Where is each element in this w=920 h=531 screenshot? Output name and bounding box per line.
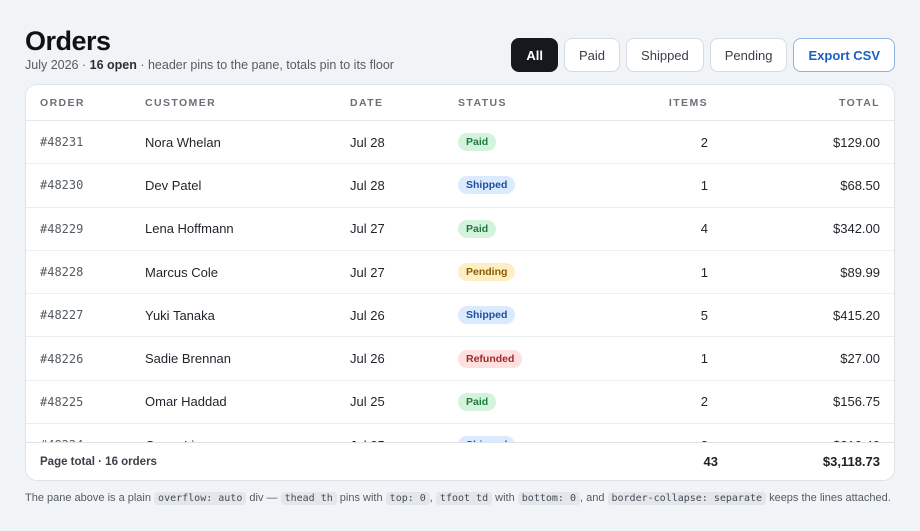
column-header-order[interactable]: ORDER (26, 85, 145, 121)
date-cell: Jul 28 (350, 121, 458, 165)
orders-scroll-area[interactable]: ORDER CUSTOMER DATE STATUS ITEMS TOTAL #… (26, 85, 894, 480)
table-row[interactable]: #48227 Yuki Tanaka Jul 26 Shipped 5 $415.20 (26, 294, 894, 338)
items-cell: 1 (628, 337, 708, 381)
table-body: #48231 Nora Whelan Jul 28 Paid 2 $129.00 #4823… (26, 121, 894, 468)
status-badge: Shipped (458, 176, 516, 195)
note-code: thead th (280, 492, 337, 505)
orders-table: ORDER CUSTOMER DATE STATUS ITEMS TOTAL #… (26, 85, 894, 468)
note-text: div — (246, 492, 281, 504)
note-text: pins with (336, 492, 386, 504)
order-id-cell: #48230 (26, 164, 145, 208)
export-csv-button[interactable]: Export CSV (793, 38, 895, 72)
customer-cell: Nora Whelan (145, 121, 350, 165)
status-cell: Refunded (458, 337, 628, 381)
date-cell: Jul 26 (350, 337, 458, 381)
status-cell: Paid (458, 208, 628, 251)
note-text: keeps the lines attached. (766, 492, 891, 504)
items-cell: 4 (628, 208, 708, 251)
column-header-customer[interactable]: CUSTOMER (145, 85, 350, 121)
customer-cell: Lena Hoffmann (145, 208, 350, 251)
filter-paid-button[interactable]: Paid (564, 38, 621, 72)
date-cell: Jul 26 (350, 294, 458, 338)
date-cell: Jul 25 (350, 381, 458, 425)
items-cell: 2 (628, 121, 708, 165)
order-id-cell: #48228 (26, 251, 145, 295)
status-badge: Pending (458, 263, 516, 282)
footer-grand-total: $3,118.73 (822, 454, 880, 469)
footer-label: Page total · 16 orders (40, 455, 157, 468)
status-cell: Paid (458, 121, 628, 165)
order-id-cell: #48231 (26, 121, 145, 165)
total-cell: $342.00 (708, 208, 894, 251)
filter-pending-button[interactable]: Pending (709, 38, 788, 72)
table-header-row: ORDER CUSTOMER DATE STATUS ITEMS TOTAL (26, 85, 894, 121)
note-code: top: 0 (385, 492, 430, 505)
order-id-cell: #48226 (26, 337, 145, 381)
status-cell: Shipped (458, 294, 628, 338)
status-cell: Paid (458, 381, 628, 425)
subtitle-description: · header pins to the pane, totals pin to… (136, 58, 394, 72)
table-row[interactable]: #48225 Omar Haddad Jul 25 Paid 2 $156.75 (26, 381, 894, 425)
customer-cell: Marcus Cole (145, 251, 350, 295)
note-code: tfoot td (435, 492, 493, 505)
note-text: , (429, 492, 436, 504)
customer-cell: Sadie Brennan (145, 337, 350, 381)
items-cell: 1 (628, 251, 708, 295)
note-code: border-collapse: separate (607, 492, 767, 505)
note-text: with (492, 492, 518, 504)
status-badge: Paid (458, 219, 497, 238)
table-row[interactable]: #48226 Sadie Brennan Jul 26 Refunded 1 $27.00 (26, 337, 894, 381)
items-cell: 2 (628, 381, 708, 425)
status-badge: Paid (458, 133, 497, 152)
filter-all-button[interactable]: All (511, 38, 559, 72)
table-row[interactable]: #48230 Dev Patel Jul 28 Shipped 1 $68.50 (26, 164, 894, 208)
page-title: Orders (25, 26, 111, 56)
table-row[interactable]: #48231 Nora Whelan Jul 28 Paid 2 $129.00 (26, 121, 894, 165)
total-cell: $89.99 (708, 251, 894, 295)
order-id-cell: #48229 (26, 208, 145, 251)
status-badge: Shipped (458, 306, 516, 325)
orders-pane[interactable]: ORDER CUSTOMER DATE STATUS ITEMS TOTAL #… (25, 84, 895, 481)
date-cell: Jul 28 (350, 164, 458, 208)
footer-items-total: 43 (703, 454, 718, 469)
order-id-cell: #48227 (26, 294, 145, 338)
note-text: The pane above is a plain (25, 492, 155, 504)
total-cell: $129.00 (708, 121, 894, 165)
status-badge: Paid (458, 392, 497, 411)
note-code: overflow: auto (154, 492, 247, 505)
customer-cell: Dev Patel (145, 164, 350, 208)
status-badge: Refunded (458, 349, 523, 368)
date-cell: Jul 27 (350, 251, 458, 295)
status-cell: Shipped (458, 164, 628, 208)
column-header-total[interactable]: TOTAL (708, 85, 894, 121)
order-id-cell: #48225 (26, 381, 145, 425)
total-cell: $68.50 (708, 164, 894, 208)
table-row[interactable]: #48229 Lena Hoffmann Jul 27 Paid 4 $342.00 (26, 208, 894, 251)
total-cell: $27.00 (708, 337, 894, 381)
column-header-date[interactable]: DATE (350, 85, 458, 121)
note-text: , and (579, 492, 608, 504)
total-cell: $156.75 (708, 381, 894, 425)
customer-cell: Omar Haddad (145, 381, 350, 425)
open-count: 16 open (89, 58, 137, 72)
subtitle-period: July 2026 · (25, 58, 90, 72)
table-row[interactable]: #48228 Marcus Cole Jul 27 Pending 1 $89.99 (26, 251, 894, 295)
page-subtitle: July 2026 · 16 open · header pins to the… (25, 58, 394, 72)
page-header: Orders July 2026 · 16 open · header pins… (25, 26, 394, 72)
items-cell: 5 (628, 294, 708, 338)
filter-bar: All Paid Shipped Pending Export CSV (511, 38, 895, 72)
footnote: The pane above is a plain overflow: auto… (25, 492, 891, 505)
column-header-status[interactable]: STATUS (458, 85, 628, 121)
status-cell: Pending (458, 251, 628, 295)
customer-cell: Yuki Tanaka (145, 294, 350, 338)
items-cell: 1 (628, 164, 708, 208)
table-footer: Page total · 16 orders 43 $3,118.73 (26, 442, 894, 480)
filter-shipped-button[interactable]: Shipped (626, 38, 704, 72)
date-cell: Jul 27 (350, 208, 458, 251)
total-cell: $415.20 (708, 294, 894, 338)
note-code: bottom: 0 (517, 492, 580, 505)
column-header-items[interactable]: ITEMS (628, 85, 708, 121)
